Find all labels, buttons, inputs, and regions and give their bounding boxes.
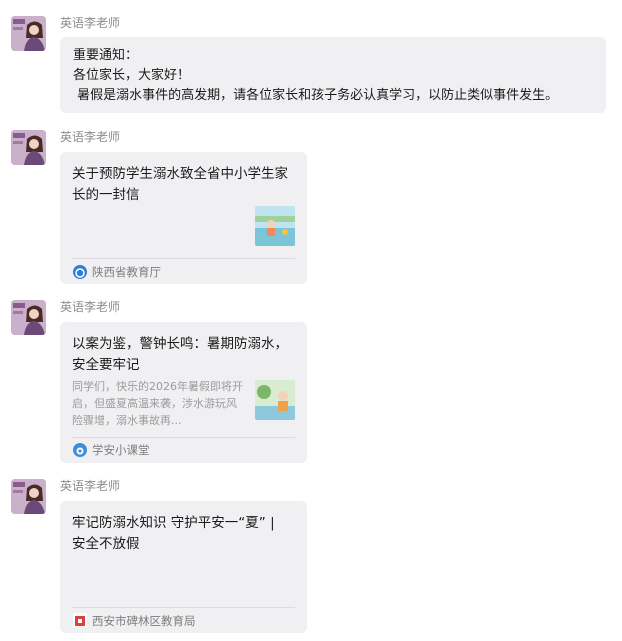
shaanxi-education-logo-icon	[73, 265, 87, 279]
card-divider	[72, 437, 295, 438]
xuean-classroom-logo-icon	[73, 443, 87, 457]
teacher-avatar-icon[interactable]	[11, 479, 46, 514]
card-thumbnail	[255, 206, 295, 246]
message-line: 重要通知：	[73, 48, 139, 63]
article-card[interactable]: 以案为鉴，警钟长鸣：暑期防溺水，安全要牢记 同学们，快乐的2026年暑假即将开启…	[60, 322, 307, 463]
card-source-name: 学安小课堂	[92, 443, 150, 457]
teacher-avatar-icon[interactable]	[11, 130, 46, 165]
card-thumbnail	[255, 380, 295, 420]
beilin-education-logo-icon	[73, 613, 87, 627]
card-source-name: 西安市碑林区教育局	[92, 614, 196, 628]
card-source-name: 陕西省教育厅	[92, 265, 161, 279]
card-title: 以案为鉴，警钟长鸣：暑期防溺水，安全要牢记	[72, 336, 288, 373]
message-line: 暑假是溺水事件的高发期，请各位家长和孩子务必认真学习，以防止类似事件发生。	[73, 88, 559, 103]
teacher-avatar-icon[interactable]	[11, 16, 46, 51]
sender-name: 英语李老师	[60, 16, 121, 30]
card-title: 牢记防溺水知识 守护平安一“夏” | 安全不放假	[72, 515, 275, 552]
article-card[interactable]: 关于预防学生溺水致全省中小学生家长的一封信 陕西省教育厅	[60, 152, 307, 284]
sender-name: 英语李老师	[60, 479, 121, 493]
sender-name: 英语李老师	[60, 300, 121, 314]
teacher-avatar-icon[interactable]	[11, 300, 46, 335]
text-message-bubble[interactable]: 重要通知： 各位家长，大家好！ 暑假是溺水事件的高发期，请各位家长和孩子务必认真…	[60, 37, 606, 113]
card-divider	[72, 607, 295, 608]
card-title: 关于预防学生溺水致全省中小学生家长的一封信	[72, 166, 288, 203]
sender-name: 英语李老师	[60, 130, 121, 144]
card-divider	[72, 258, 295, 259]
message-line: 各位家长，大家好！	[73, 68, 191, 83]
card-description: 同学们，快乐的2026年暑假即将开启，但盛夏高温来袭，涉水游玩风险骤增，溺水事故…	[72, 380, 243, 427]
article-card[interactable]: 牢记防溺水知识 守护平安一“夏” | 安全不放假 西安市碑林区教育局	[60, 501, 307, 633]
